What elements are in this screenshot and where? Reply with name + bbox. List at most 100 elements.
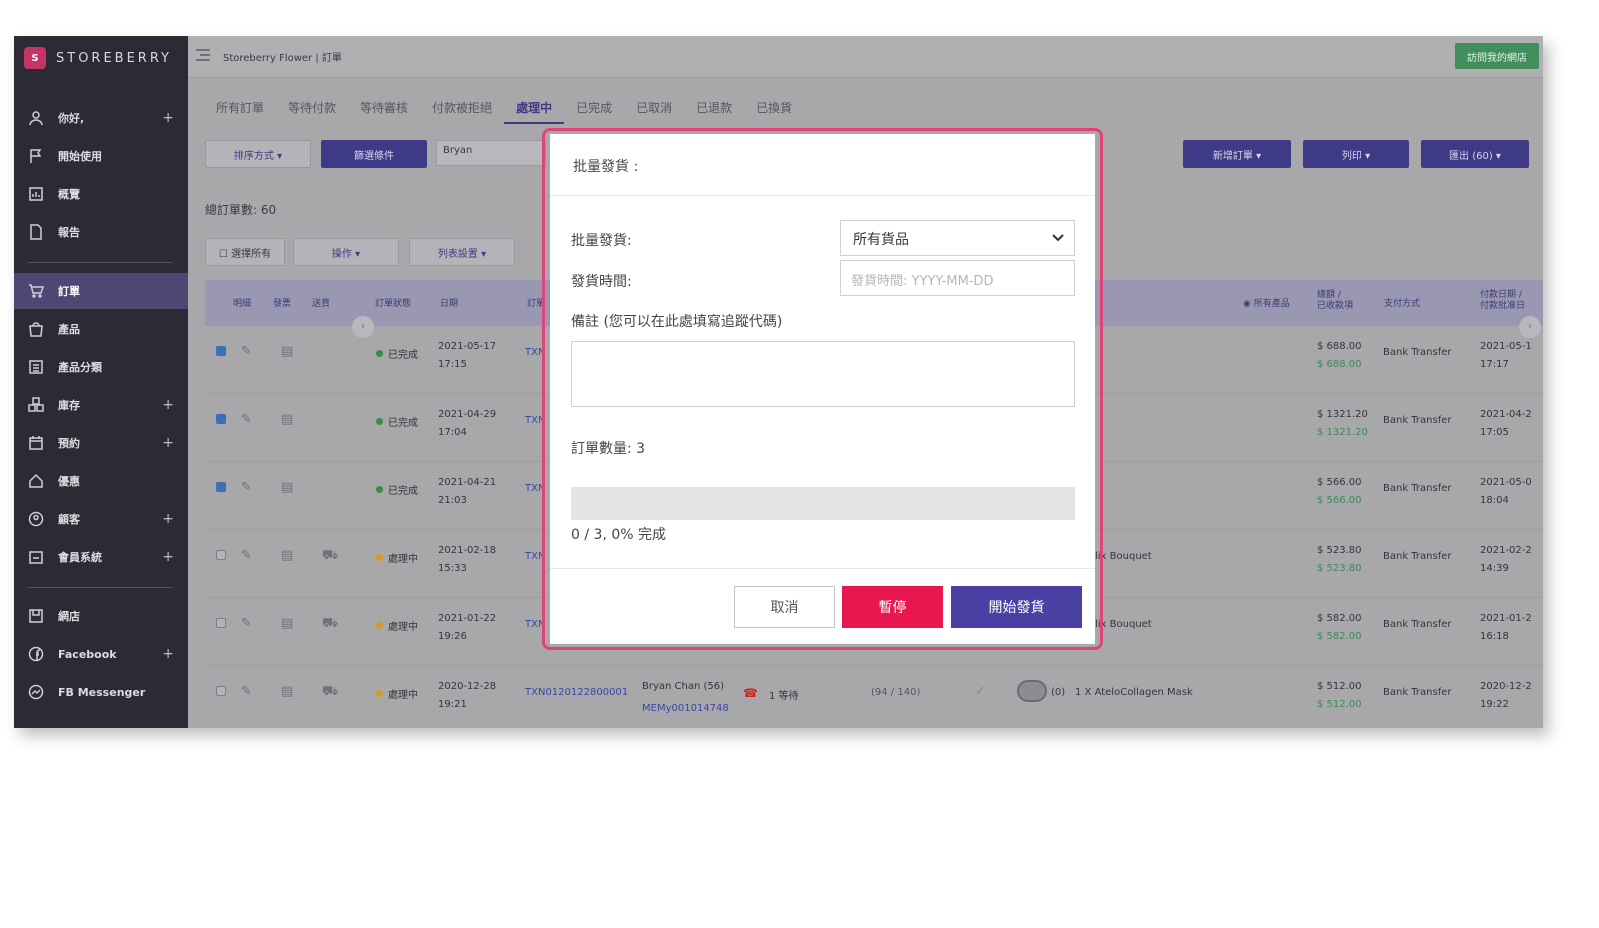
edit-pencil-icon[interactable]: ✎ xyxy=(241,616,252,631)
expand-plus-icon[interactable]: + xyxy=(162,511,174,527)
truck-icon[interactable]: ⛟ xyxy=(322,548,338,565)
expand-plus-icon[interactable]: + xyxy=(162,549,174,565)
filter-button[interactable]: 篩選條件 xyxy=(321,140,427,168)
row-checkbox[interactable] xyxy=(216,550,226,560)
expand-plus-icon[interactable]: + xyxy=(162,646,174,662)
scroll-left-icon[interactable]: ‹ xyxy=(352,316,374,338)
edit-pencil-icon[interactable]: ✎ xyxy=(241,412,252,427)
row-checkbox[interactable] xyxy=(216,346,226,356)
ship-time-label: 發貨時間: xyxy=(571,274,632,290)
sidebar-item-overview[interactable]: 概覽 xyxy=(14,176,188,212)
export-button[interactable]: 匯出 (60) ▾ xyxy=(1421,140,1529,168)
tab-cancelled[interactable]: 已取消 xyxy=(624,96,684,124)
edit-pencil-icon[interactable]: ✎ xyxy=(241,480,252,495)
member-id-link[interactable]: MEMy001014748 xyxy=(642,698,729,720)
menu-icon[interactable] xyxy=(196,49,210,61)
pause-button[interactable]: 暫停 xyxy=(842,586,943,628)
sidebar-item-customers[interactable]: 顧客 + xyxy=(14,501,188,537)
product-summary: 1 X AteloCollagen Mask xyxy=(1075,687,1193,698)
customer-name[interactable]: Bryan Chan (56) xyxy=(642,676,729,698)
select-all-button[interactable]: ☐ 選擇所有 xyxy=(205,238,285,266)
ship-mode-select[interactable]: 所有貨品 xyxy=(840,220,1075,256)
sidebar-item-webstore[interactable]: 網店 xyxy=(14,598,188,634)
sidebar-item-getting-started[interactable]: 開始使用 xyxy=(14,138,188,174)
print-button[interactable]: 列印 ▾ xyxy=(1303,140,1409,168)
brand[interactable]: S STOREBERRY xyxy=(14,36,188,80)
cancel-button[interactable]: 取消 xyxy=(734,586,835,628)
received-amount: $ 1321.20 xyxy=(1317,427,1368,438)
order-total: $ 566.00 $ 566.00 xyxy=(1317,474,1362,510)
sidebar-item-inventory[interactable]: 庫存 + xyxy=(14,387,188,423)
row-checkbox[interactable] xyxy=(216,686,226,696)
expand-plus-icon[interactable]: + xyxy=(162,110,174,126)
chevron-down-icon xyxy=(1052,234,1064,242)
invoice-icon[interactable]: ▤ xyxy=(281,616,293,631)
invoice-icon[interactable]: ▤ xyxy=(281,480,293,495)
sidebar-item-orders[interactable]: 訂單 xyxy=(14,273,188,309)
tab-all-orders[interactable]: 所有訂單 xyxy=(204,96,276,124)
invoice-icon[interactable]: ▤ xyxy=(281,344,293,359)
order-time: 15:33 xyxy=(438,563,467,574)
payment-method: Bank Transfer xyxy=(1383,347,1452,358)
actions-button[interactable]: 操作 ▾ xyxy=(293,238,399,266)
note-label: 備註 (您可以在此處填寫追蹤代碼) xyxy=(571,314,783,330)
tab-refunded[interactable]: 已退款 xyxy=(684,96,744,124)
sidebar-item-label: 顧客 xyxy=(58,513,80,526)
scroll-right-icon[interactable]: › xyxy=(1519,316,1541,338)
ship-time-input[interactable]: 發貨時間: YYYY-MM-DD xyxy=(840,260,1075,296)
sidebar-item-facebook[interactable]: Facebook + xyxy=(14,636,188,672)
sidebar-item-fb-messenger[interactable]: FB Messenger xyxy=(14,674,188,710)
phone-icon: ☎ xyxy=(743,686,758,700)
tab-awaiting-payment[interactable]: 等待付款 xyxy=(276,96,348,124)
tab-awaiting-review[interactable]: 等待審核 xyxy=(348,96,420,124)
new-order-button[interactable]: 新增訂單 ▾ xyxy=(1183,140,1291,168)
row-checkbox[interactable] xyxy=(216,482,226,492)
order-datetime: 2021-05-17 17:15 xyxy=(438,338,496,374)
tab-exchanged[interactable]: 已換貨 xyxy=(744,96,804,124)
edit-pencil-icon[interactable]: ✎ xyxy=(241,344,252,359)
tab-payment-rejected[interactable]: 付款被拒絕 xyxy=(420,96,504,124)
sidebar-item-offers[interactable]: 優惠 xyxy=(14,463,188,499)
truck-icon[interactable]: ⛟ xyxy=(322,684,338,701)
row-checkbox[interactable] xyxy=(216,618,226,628)
boxes-icon xyxy=(28,397,44,413)
sidebar-item-membership[interactable]: 會員系統 + xyxy=(14,539,188,575)
status-dot xyxy=(376,418,383,425)
column-header-all-products[interactable]: ◉ 所有產品 xyxy=(1243,296,1290,309)
tab-completed[interactable]: 已完成 xyxy=(564,96,624,124)
truck-icon[interactable]: ⛟ xyxy=(322,616,338,633)
toggle-switch[interactable] xyxy=(1017,680,1047,702)
sort-button[interactable]: 排序方式 ▾ xyxy=(205,140,311,168)
breadcrumb[interactable]: Storeberry Flower | 訂單 xyxy=(223,49,342,64)
invoice-icon[interactable]: ▤ xyxy=(281,684,293,699)
check-circle-icon[interactable]: ✓ xyxy=(975,684,986,699)
table-row[interactable]: ✎ ▤ ⛟ 處理中 2020-12-28 19:21 TXN01201228000… xyxy=(205,666,1543,728)
sidebar-item-label: 優惠 xyxy=(58,475,80,488)
order-count-label: 訂單數量: 3 xyxy=(571,441,646,457)
sidebar-item-greeting[interactable]: 你好, + xyxy=(14,100,188,136)
start-shipping-button[interactable]: 開始發貨 xyxy=(951,586,1082,628)
ship-mode-value: 所有貨品 xyxy=(853,232,909,248)
search-input[interactable]: Bryan xyxy=(436,140,546,166)
note-textarea[interactable] xyxy=(571,341,1075,407)
list-settings-button[interactable]: 列表設置 ▾ xyxy=(409,238,515,266)
sidebar-item-booking[interactable]: 預約 + xyxy=(14,425,188,461)
invoice-icon[interactable]: ▤ xyxy=(281,548,293,563)
sidebar-item-categories[interactable]: 產品分類 xyxy=(14,349,188,385)
progress-text: 0 / 3, 0% 完成 xyxy=(571,527,666,543)
expand-plus-icon[interactable]: + xyxy=(162,435,174,451)
row-checkbox[interactable] xyxy=(216,414,226,424)
item-count: (0) xyxy=(1051,687,1066,698)
edit-pencil-icon[interactable]: ✎ xyxy=(241,548,252,563)
edit-pencil-icon[interactable]: ✎ xyxy=(241,684,252,699)
tab-processing[interactable]: 處理中 xyxy=(504,96,565,124)
sidebar-item-label: 你好, xyxy=(58,112,85,125)
sidebar-item-products[interactable]: 產品 xyxy=(14,311,188,347)
sidebar-item-reports[interactable]: 報告 xyxy=(14,214,188,250)
column-header-label: 所有產品 xyxy=(1253,299,1290,309)
status-badge: 處理中 xyxy=(376,618,418,633)
visit-store-button[interactable]: 訪問我的網店 xyxy=(1455,43,1539,69)
invoice-icon[interactable]: ▤ xyxy=(281,412,293,427)
order-number-link[interactable]: TXN0120122800001 xyxy=(525,687,628,698)
expand-plus-icon[interactable]: + xyxy=(162,397,174,413)
